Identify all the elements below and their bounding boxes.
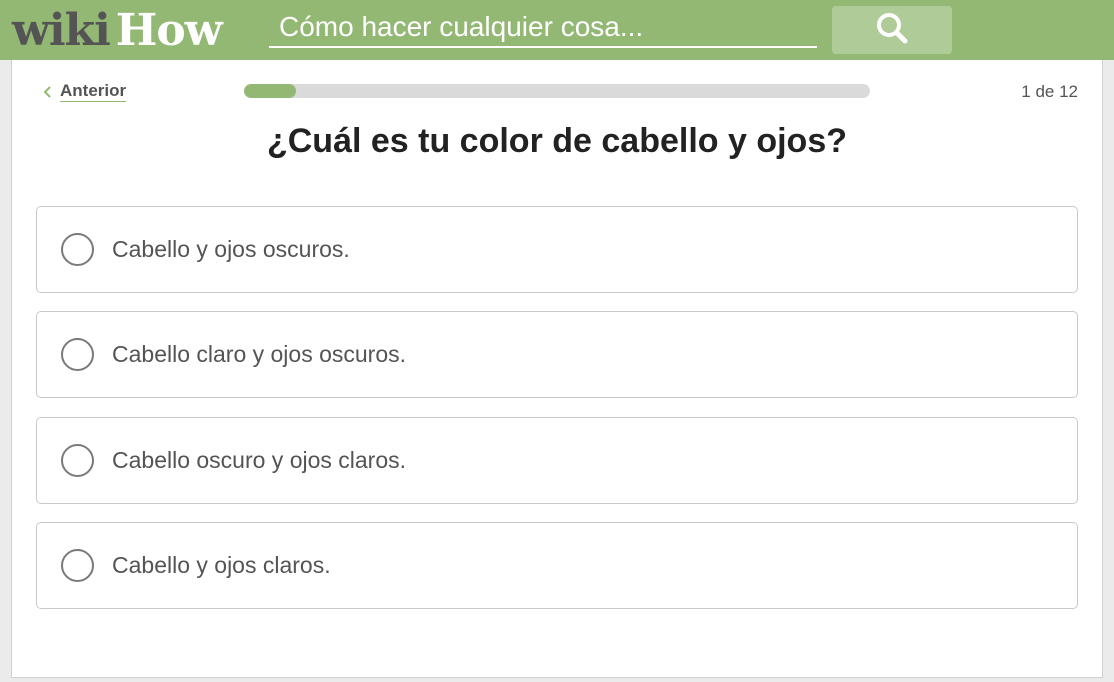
logo-how-text: How [115,5,223,56]
search-icon [875,11,909,50]
previous-link[interactable]: Anterior [42,81,127,102]
chevron-left-icon [43,85,51,98]
previous-label: Anterior [60,81,127,102]
progress-bar [244,84,870,98]
radio-button[interactable] [61,338,94,371]
answer-label: Cabello y ojos oscuros. [112,236,350,262]
answer-option[interactable]: Cabello claro y ojos oscuros. [36,311,1078,398]
answer-option[interactable]: Cabello y ojos oscuros. [36,206,1078,293]
logo-wiki-text: wiki [12,5,111,56]
progress-fill [244,84,297,98]
radio-button[interactable] [61,233,94,266]
question-title: ¿Cuál es tu color de cabello y ojos? [266,122,847,160]
quiz-panel: Anterior 1 de 12 ¿Cuál es tu color de ca… [11,60,1103,678]
wikihow-logo[interactable]: wiki How [12,4,223,56]
radio-button[interactable] [61,549,94,582]
search-input[interactable] [269,8,817,48]
answer-label: Cabello claro y ojos oscuros. [112,341,407,367]
page-counter: 1 de 12 [1021,82,1078,101]
answer-label: Cabello y ojos claros. [112,552,331,578]
site-header: wiki How [0,0,1114,60]
answer-option[interactable]: Cabello y ojos claros. [36,522,1078,609]
answer-label: Cabello oscuro y ojos claros. [112,447,407,473]
answer-option[interactable]: Cabello oscuro y ojos claros. [36,417,1078,504]
search-button[interactable] [832,6,952,54]
radio-button[interactable] [61,444,94,477]
